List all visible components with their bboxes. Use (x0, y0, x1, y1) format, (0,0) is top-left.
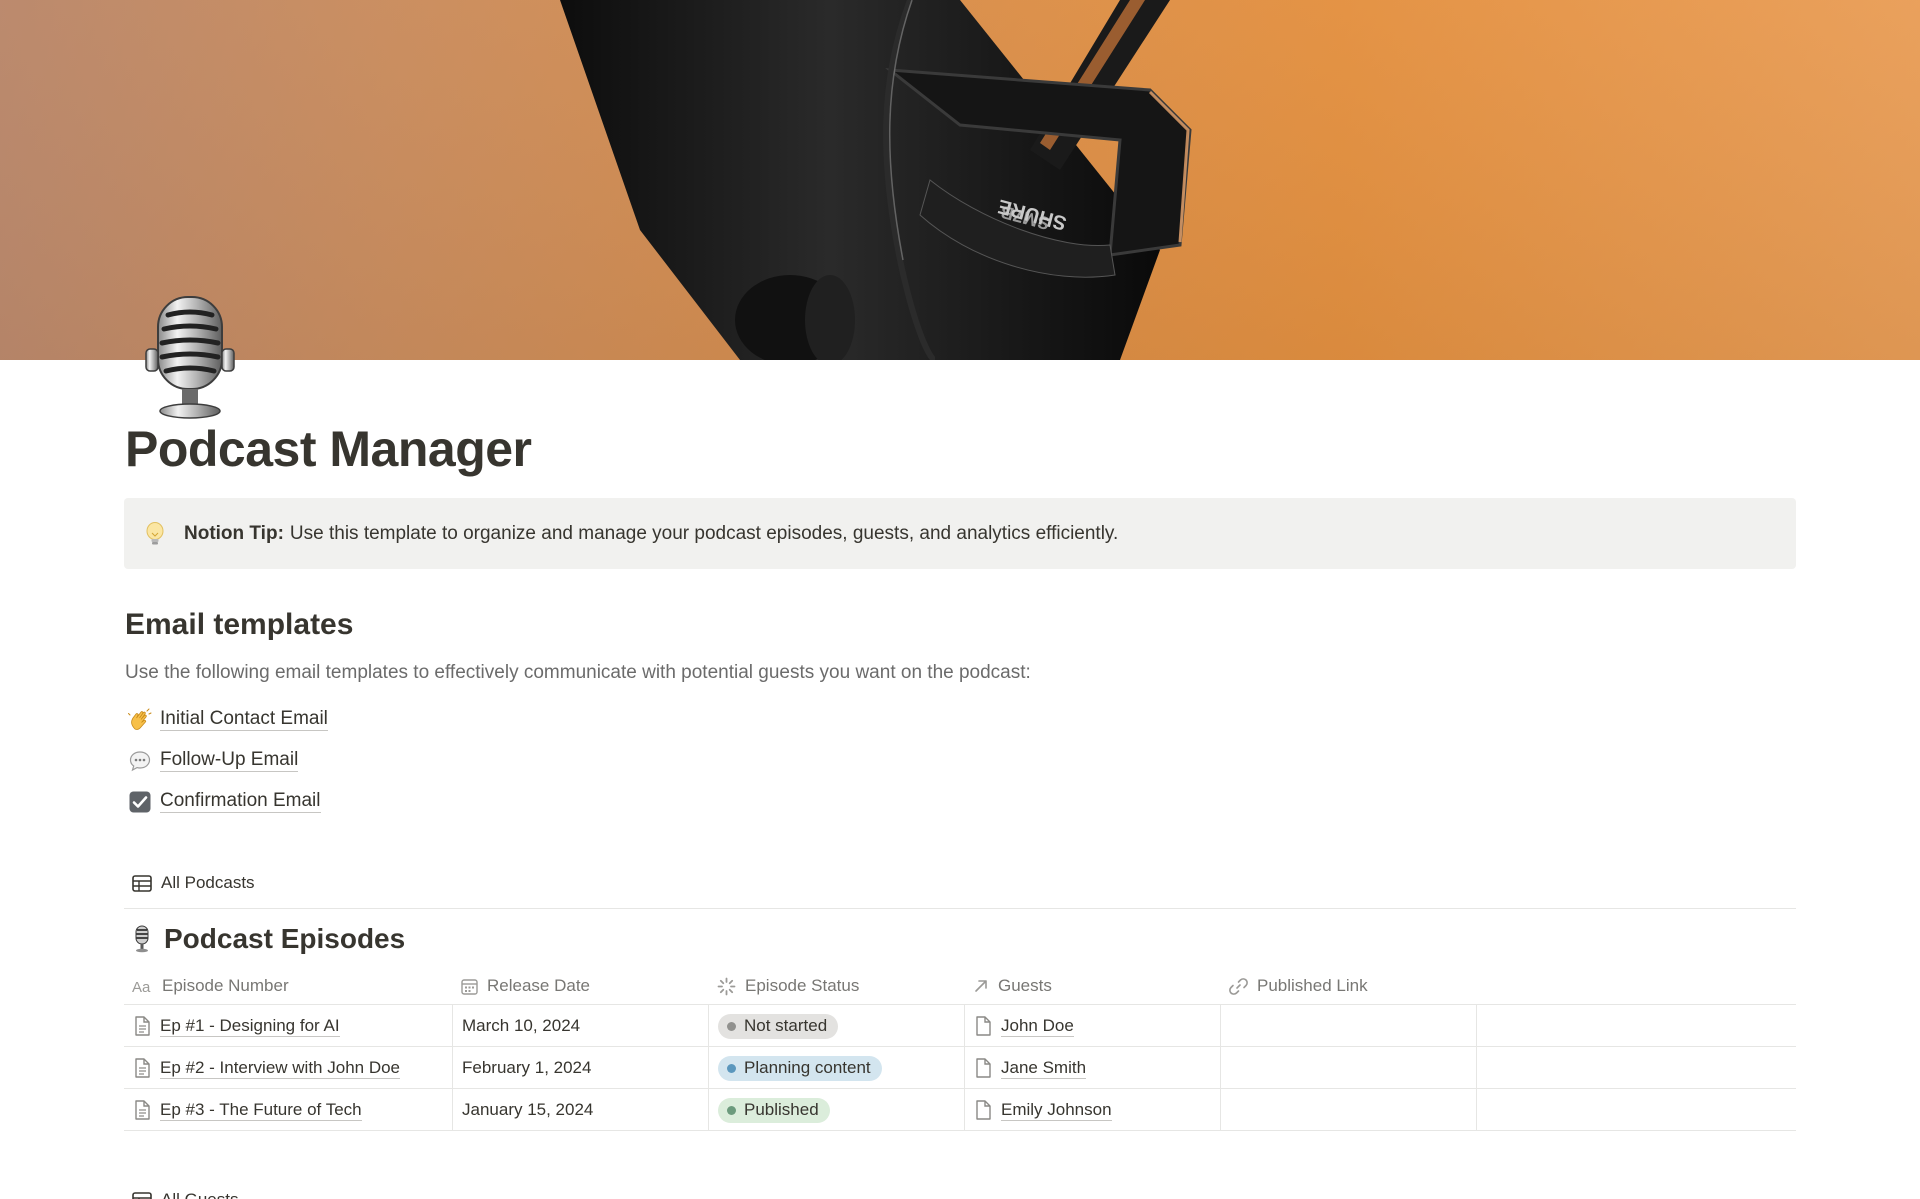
page-icon (976, 1100, 991, 1120)
calendar-icon (461, 978, 478, 995)
column-header-episode-number[interactable]: Aa Episode Number (124, 968, 453, 1005)
studio-microphone-icon[interactable] (140, 295, 240, 420)
callout-bold-label: Notion Tip: (184, 522, 284, 544)
episode-cell[interactable]: Ep #1 - Designing for AI (124, 1005, 453, 1047)
column-label: Episode Number (162, 976, 289, 995)
table-row[interactable]: Ep #3 - The Future of Tech January 15, 2… (124, 1089, 1796, 1131)
database-view-tab-all-guests[interactable]: All Guests (132, 1190, 238, 1199)
email-templates-heading[interactable]: Email templates (125, 608, 353, 642)
column-header-episode-status[interactable]: Episode Status (709, 968, 965, 1005)
initial-contact-email-link[interactable]: Initial Contact Email (128, 699, 328, 740)
status-badge[interactable]: Not started (718, 1013, 839, 1039)
link-icon (1229, 977, 1248, 995)
view-tab-label: All Guests (161, 1190, 238, 1199)
column-header-guests[interactable]: Guests (965, 968, 1221, 1005)
database-title[interactable]: Podcast Episodes (132, 923, 405, 955)
release-date-cell[interactable]: January 15, 2024 (453, 1089, 709, 1131)
guest-cell[interactable]: John Doe (965, 1005, 1221, 1047)
table-row[interactable]: Ep #2 - Interview with John Doe February… (124, 1047, 1796, 1089)
page-icon (976, 1058, 991, 1078)
guest-cell[interactable]: Jane Smith (965, 1047, 1221, 1089)
confirmation-email-link[interactable]: Confirmation Email (128, 781, 328, 822)
column-header-published-link[interactable]: Published Link (1221, 968, 1477, 1005)
published-link-cell[interactable] (1221, 1005, 1477, 1047)
column-label: Release Date (487, 976, 591, 995)
page-icon (976, 1016, 991, 1036)
published-link-cell[interactable] (1221, 1089, 1477, 1131)
status-label: Planning content (744, 1058, 871, 1077)
episode-cell[interactable]: Ep #3 - The Future of Tech (124, 1089, 453, 1131)
episode-cell[interactable]: Ep #2 - Interview with John Doe (124, 1047, 453, 1089)
column-label: Guests (998, 976, 1052, 995)
status-cell[interactable]: Not started (709, 1005, 965, 1047)
microphone-cover-illustration: SM7B SHURE (0, 0, 1920, 360)
text-aa-icon: Aa (132, 979, 151, 993)
status-badge[interactable]: Planning content (718, 1055, 882, 1081)
table-row[interactable]: Ep #1 - Designing for AI March 10, 2024 … (124, 1005, 1796, 1047)
database-view-tab-all-podcasts[interactable]: All Podcasts (132, 873, 255, 893)
cover-image: SM7B SHURE (0, 0, 1920, 360)
column-header-release-date[interactable]: Release Date (453, 968, 709, 1005)
status-label: Published (744, 1100, 819, 1119)
release-date-cell[interactable]: March 10, 2024 (453, 1005, 709, 1047)
page-icon (135, 1100, 150, 1120)
speech-bubble-icon (128, 749, 152, 773)
table-view-icon (132, 874, 152, 892)
status-label: Not started (744, 1016, 828, 1035)
episode-title[interactable]: Ep #3 - The Future of Tech (160, 1100, 362, 1121)
follow-up-email-link[interactable]: Follow-Up Email (128, 740, 328, 781)
waving-hand-icon (128, 708, 152, 732)
page-icon (135, 1016, 150, 1036)
status-cell[interactable]: Published (709, 1089, 965, 1131)
release-date-cell[interactable]: February 1, 2024 (453, 1047, 709, 1089)
confirmation-email-label[interactable]: Confirmation Email (160, 790, 321, 813)
studio-microphone-icon (135, 925, 149, 953)
column-header-empty (1477, 968, 1796, 1005)
page-icon (135, 1058, 150, 1078)
status-dot (727, 1063, 736, 1073)
column-label: Episode Status (745, 976, 860, 995)
podcast-episodes-table: Aa Episode Number Release Date Episode S… (124, 968, 1796, 1131)
status-dot (727, 1021, 736, 1031)
published-link-cell[interactable] (1221, 1047, 1477, 1089)
column-label: Published Link (1257, 976, 1368, 995)
episode-title[interactable]: Ep #2 - Interview with John Doe (160, 1058, 401, 1079)
notion-tip-callout[interactable]: Notion Tip: Use this template to organiz… (124, 498, 1796, 569)
relation-arrow-icon (975, 980, 987, 992)
page-title[interactable]: Podcast Manager (125, 420, 532, 478)
episode-title[interactable]: Ep #1 - Designing for AI (160, 1016, 340, 1037)
guest-name[interactable]: John Doe (1001, 1016, 1074, 1037)
status-spinner-icon (717, 977, 736, 995)
empty-cell (1477, 1089, 1796, 1131)
status-cell[interactable]: Planning content (709, 1047, 965, 1089)
email-templates-description[interactable]: Use the following email templates to eff… (125, 662, 1031, 684)
initial-contact-email-label[interactable]: Initial Contact Email (160, 708, 328, 731)
status-dot (727, 1105, 736, 1115)
empty-cell (1477, 1005, 1796, 1047)
svg-text:Aa: Aa (132, 979, 151, 993)
follow-up-email-label[interactable]: Follow-Up Email (160, 749, 299, 772)
lightbulb-icon[interactable] (144, 521, 166, 547)
guest-cell[interactable]: Emily Johnson (965, 1089, 1221, 1131)
view-tab-label: All Podcasts (161, 873, 255, 892)
guest-name[interactable]: Jane Smith (1001, 1058, 1087, 1079)
table-view-icon (132, 1191, 152, 1199)
empty-cell (1477, 1047, 1796, 1089)
callout-text: Use this template to organize and manage… (289, 522, 1119, 544)
database-title-label: Podcast Episodes (164, 923, 406, 954)
table-header: Aa Episode Number Release Date Episode S… (124, 968, 1796, 1005)
guest-name[interactable]: Emily Johnson (1001, 1100, 1112, 1121)
check-box-icon (128, 790, 152, 814)
database-divider (124, 908, 1796, 909)
email-template-links: Initial Contact Email Follow-Up Email Co… (128, 699, 328, 822)
status-badge[interactable]: Published (718, 1097, 830, 1123)
